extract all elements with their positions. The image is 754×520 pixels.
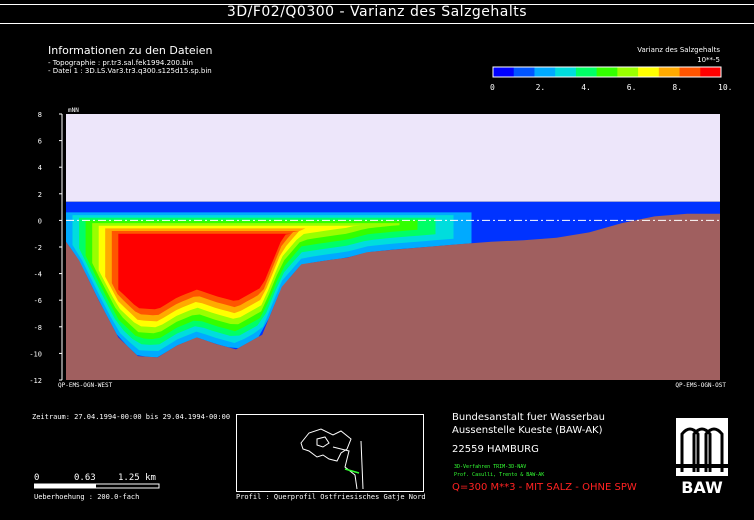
- legend-tick-label: 4.: [581, 83, 591, 92]
- scale-label-0: 0: [34, 473, 40, 483]
- institution-city: 22559 HAMBURG: [452, 444, 539, 455]
- y-tick-label: -4: [34, 271, 42, 279]
- y-tick-label: -12: [29, 377, 42, 385]
- legend-tick-label: 0: [490, 83, 495, 92]
- legend-swatch: [493, 67, 515, 77]
- legend-swatch: [679, 67, 701, 77]
- plot-title: 3D/F02/Q0300 - Varianz des Salzgehalts: [226, 4, 528, 20]
- section-plot: 8 6 4 2 0 -2 -4 -6 -8 -10 -12 mNN QP-EMS-OGN-WEST QP-…: [29, 107, 726, 389]
- legend-tick-label: 2.: [535, 83, 546, 92]
- info-topographie: - Topographie : pr.tr3.sal.fek1994.200.b…: [48, 59, 193, 67]
- logo-text: BAW: [681, 478, 723, 497]
- legend-swatch: [513, 67, 535, 77]
- scale-label-mid: 0.63: [74, 473, 96, 483]
- institution-line-2: Aussenstelle Kueste (BAW-AK): [452, 425, 603, 436]
- color-legend-bar: [492, 66, 722, 78]
- profile-location-map: [236, 414, 424, 492]
- time-range: Zeitraum: 27.04.1994-00:00 bis 29.04.199…: [32, 413, 231, 421]
- y-tick-label: 0: [38, 217, 42, 225]
- x-left-label: QP-EMS-OGN-WEST: [58, 382, 113, 389]
- legend-swatch: [617, 67, 639, 77]
- y-tick-label: 4: [38, 164, 42, 172]
- y-tick-label: -10: [29, 350, 42, 358]
- legend-tick-label: 10.: [718, 83, 733, 92]
- legend-swatch: [534, 67, 556, 77]
- institution-name: Bundesanstalt fuer Wasserbau Aussenstell…: [452, 411, 605, 437]
- y-tick-label: 6: [38, 138, 42, 146]
- legend-tick-label: 6.: [626, 83, 637, 92]
- legend-tick-label: 8.: [672, 83, 683, 92]
- y-tick-label: -8: [34, 324, 42, 332]
- model-note-1: 3D-Verfahren TRIM-3D-NAV: [454, 464, 527, 470]
- institution-line-1: Bundesanstalt fuer Wasserbau: [452, 412, 606, 423]
- legend-swatch: [555, 67, 577, 77]
- legend-swatch: [700, 67, 722, 77]
- y-tick-label: 8: [38, 111, 42, 119]
- legend-swatch: [638, 67, 660, 77]
- model-note-2: Prof. Casulli, Trento & BAW-AK: [454, 472, 545, 478]
- scale-label-end: 1.25 km: [118, 473, 156, 483]
- info-heading: Informationen zu den Dateien: [48, 44, 213, 57]
- coastline-map-icon: [300, 428, 364, 490]
- vertical-exaggeration: Ueberhoehung : 200.0-fach: [34, 493, 140, 501]
- legend-title: Varianz des Salzgehalts: [637, 46, 720, 54]
- x-right-label: QP-EMS-OGN-OST: [675, 382, 726, 389]
- info-datei: - Datei 1 : 3D.LS.Var3.tr3.q300.s125d15.…: [48, 67, 212, 75]
- legend-unit: 10**-5: [697, 56, 720, 64]
- air-area: [66, 114, 720, 202]
- y-tick-label: 2: [38, 191, 42, 199]
- scale-bar: [34, 483, 160, 489]
- scenario-label: Q=300 M**3 - MIT SALZ - OHNE SPW: [452, 482, 637, 493]
- y-axis-label: mNN: [68, 107, 79, 114]
- legend-swatch: [596, 67, 618, 77]
- profile-label: Profil : Querprofil Ostfriesisches Gatje…: [236, 493, 426, 501]
- legend-swatch: [575, 67, 598, 77]
- y-tick-label: -2: [34, 244, 42, 252]
- y-tick-label: -6: [34, 297, 42, 305]
- legend-swatch: [658, 67, 681, 77]
